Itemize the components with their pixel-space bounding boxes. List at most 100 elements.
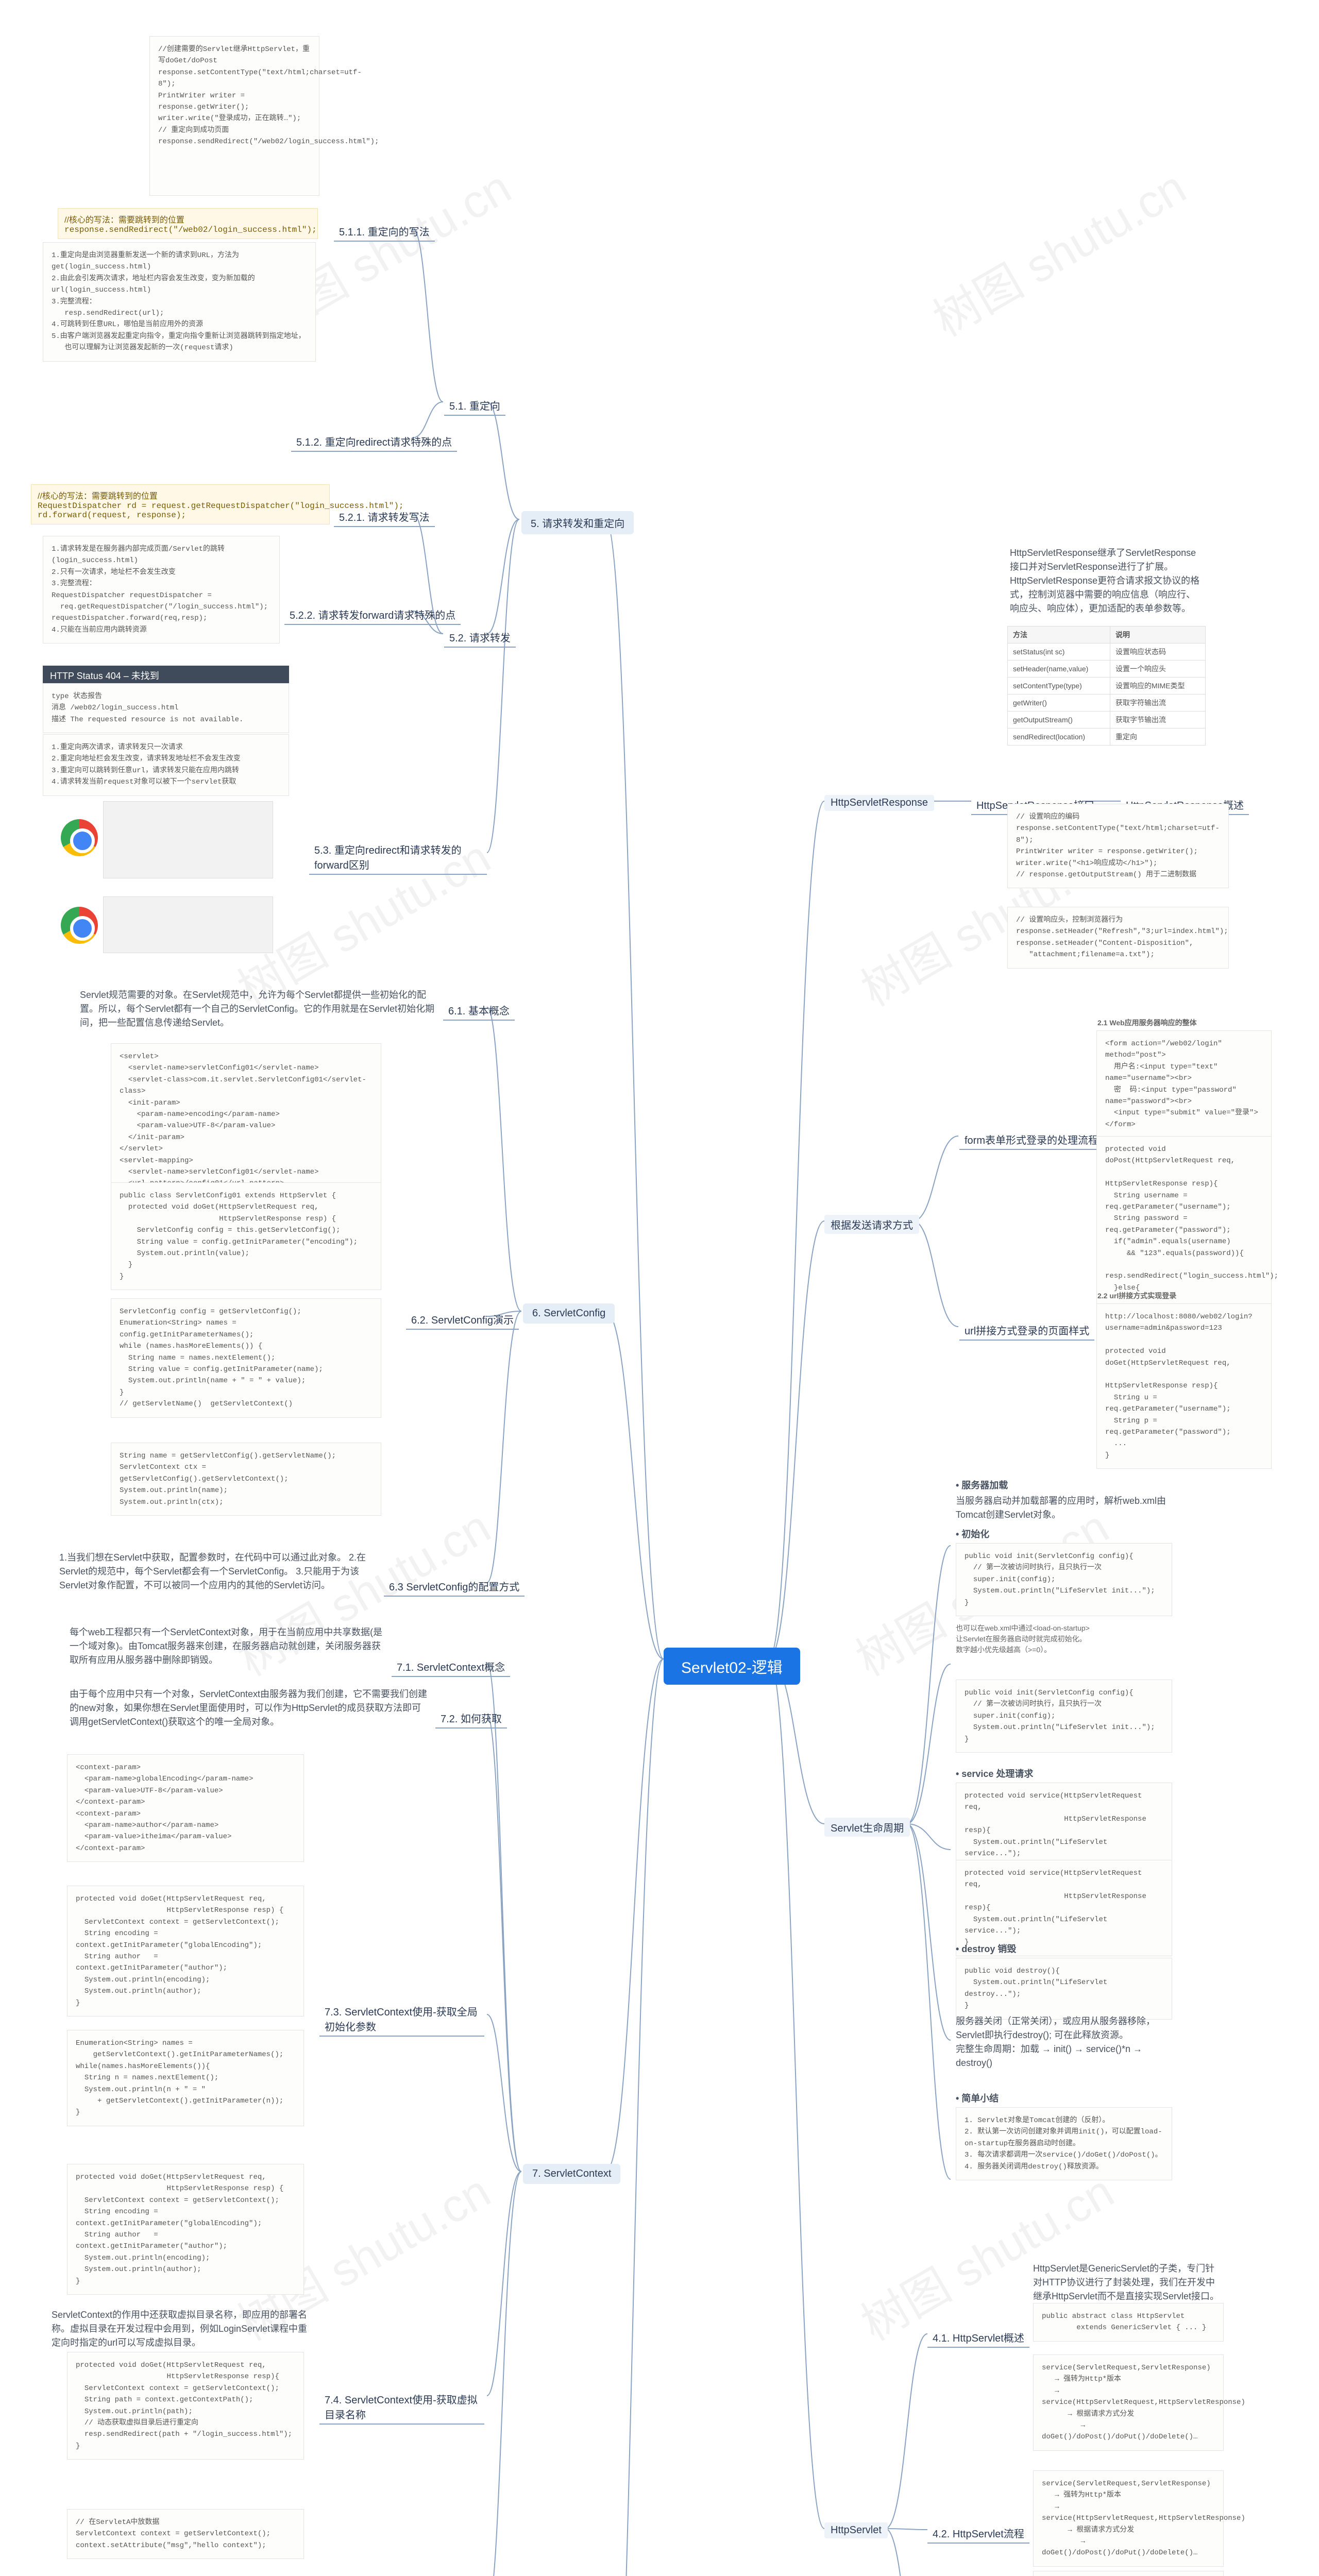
table-row: setContentType(type)设置响应的MIME类型 [1008,677,1206,694]
chrome-icon-2 [61,907,98,944]
life-t2: • service 处理请求 [956,1767,1033,1781]
card-http-1c: service(ServletRequest,ServletResponse) … [1033,2354,1224,2451]
text-resp-desc: HttpServletResponse继承了ServletResponse接口并… [1010,546,1200,616]
life-t3: • destroy 销毁 [956,1942,1016,1956]
table-row: setHeader(name,value)设置一个响应头 [1008,660,1206,677]
table-cell: 获取字符输出流 [1110,694,1205,711]
card-7-5a: // 在ServletA中放数据 ServletContext context … [67,2509,304,2559]
node-5-1[interactable]: 5.1. 重定向 [444,396,505,416]
card-7-3c: Enumeration<String> names = getServletCo… [67,2030,304,2126]
table-row: getOutputStream()获取字节输出流 [1008,711,1206,728]
node-7-2[interactable]: 7.2. 如何获取 [435,1708,507,1728]
card-life-4: 1. Servlet对象是Tomcat创建的（反射）。 2. 默认第一次访问创建… [956,2107,1172,2180]
branch-6[interactable]: 6. ServletConfig [523,1303,615,1324]
text-http-1a: HttpServlet是GenericServlet的子类，专门针对HTTP协议… [1033,2262,1224,2303]
card-http-2b: protected void service(HttpServletReques… [1033,2571,1224,2576]
card-resp-c: // 设置响应头，控制浏览器行为 response.setHeader("Ref… [1007,907,1229,969]
table-cell: 设置响应的MIME类型 [1110,677,1205,694]
node-5-2[interactable]: 5.2. 请求转发 [444,628,516,648]
life-t4: • 简单小结 [956,2092,999,2106]
life-note1: 也可以在web.xml中通过<load-on-startup> 让Servlet… [956,1623,1172,1655]
text-7-4a: ServletContext的作用中还获取虚拟目录名称，即应用的部署名称。虚拟目… [52,2308,309,2350]
table-row: getWriter()获取字符输出流 [1008,694,1206,711]
table-resp-api: 方法 说明 setStatus(int sc)设置响应状态码setHeader(… [1007,626,1206,745]
note-5-redirect-l1: //核心的写法：需要跳转到的位置 [64,216,184,225]
th-desc: 说明 [1110,626,1205,643]
node-http-2[interactable]: 4.2. HttpServlet流程 [927,2523,1029,2544]
card-http-2: service(ServletRequest,ServletResponse) … [1033,2470,1224,2567]
root-node[interactable]: Servlet02-逻辑 [664,1648,800,1685]
text-7-2: 由于每个应用中只有一个对象，ServletContext由服务器为我们创建，它不… [70,1687,428,1729]
chrome-icon [61,819,98,856]
card-ways-a: <form action="/web02/login" method="post… [1096,1030,1272,1138]
watermark: 树图 shutu.cn [919,150,1196,349]
text-7-1: 每个web工程都只有一个ServletContext对象，用于在当前应用中共享数… [70,1625,384,1667]
card-6-c: ServletConfig config = getServletConfig(… [111,1298,381,1418]
card-life-2b: protected void service(HttpServletReques… [956,1860,1172,1956]
th-method: 方法 [1008,626,1110,643]
note-5-redirect-l2: response.sendRedirect("/web02/login_succ… [64,225,317,234]
card-life-1b: public void init(ServletConfig config){ … [956,1680,1172,1753]
table-cell: 设置响应状态码 [1110,643,1205,660]
node-5-3[interactable]: 5.3. 重定向redirect和请求转发的forward区别 [309,840,487,875]
node-7-3[interactable]: 7.3. ServletContext使用-获取全局初始化参数 [319,2002,484,2037]
node-6-2[interactable]: 6.2. ServletConfig演示 [406,1310,519,1330]
card-5-1-points: 1.重定向是由浏览器重新发送一个新的请求到URL，方法为get(login_su… [43,242,316,362]
node-ways-url[interactable]: url拼接方式登录的页面样式 [959,1320,1094,1341]
note-5-forward-l1: //核心的写法：需要跳转到的位置 [38,492,158,501]
branch-httpservlet[interactable]: HttpServlet [824,2522,888,2538]
card-7-3d: protected void doGet(HttpServletRequest … [67,2164,304,2295]
card-life-3: public void destroy(){ System.out.printl… [956,1958,1172,2020]
card-http-1b: public abstract class HttpServlet extend… [1033,2303,1224,2342]
card-7-4b: protected void doGet(HttpServletRequest … [67,2352,304,2460]
node-5-1-1[interactable]: 5.1.1. 重定向的写法 [334,222,435,242]
node-5-2-2[interactable]: 5.2.2. 请求转发forward请求特殊的点 [284,605,461,625]
text-6-3: 1.当我们想在Servlet中获取，配置参数时，在代码中可以通过此对象。 2.在… [59,1551,379,1592]
card-resp-b: // 设置响应的编码 response.setContentType("text… [1007,804,1229,888]
card-7-3a: <context-param> <param-name>globalEncodi… [67,1754,304,1862]
note-5-redirect: //核心的写法：需要跳转到的位置 response.sendRedirect("… [58,208,318,239]
card-life-1: public void init(ServletConfig config){ … [956,1543,1172,1616]
card-7-3b: protected void doGet(HttpServletRequest … [67,1886,304,2016]
table-cell: setContentType(type) [1008,677,1110,694]
card-6-d: String name = getServletConfig().getServ… [111,1443,381,1516]
table-cell: getWriter() [1008,694,1110,711]
branch-lifecycle[interactable]: Servlet生命周期 [824,1818,910,1837]
node-ways-form[interactable]: form表单形式登录的处理流程 [959,1130,1104,1150]
life-c3b: 服务器关闭（正常关闭），或应用从服务器移除，Servlet即执行destroy(… [956,2014,1172,2070]
card-5-top: //创建需要的Servlet继承HttpServlet，重写doGet/doPo… [149,36,319,196]
table-cell: getOutputStream() [1008,711,1110,728]
life-t1: • 初始化 [956,1528,989,1541]
note-5-forward: //核心的写法：需要跳转到的位置 RequestDispatcher rd = … [31,484,330,524]
http-404-banner: HTTP Status 404 – 未找到 [43,666,289,685]
card-5-2-points: 1.请求转发是在服务器内部完成页面/Servlet的跳转(login_succe… [43,536,280,643]
branch-5[interactable]: 5. 请求转发和重定向 [521,511,634,534]
life-t0b: 当服务器启动并加载部署的应用时，解析web.xml由Tomcat创建Servle… [956,1494,1172,1522]
diagram-redirect [103,801,273,878]
card-6-b: public class ServletConfig01 extends Htt… [111,1182,381,1290]
table-cell: setStatus(int sc) [1008,643,1110,660]
card-ways-c: http://localhost:8080/web02/login?userna… [1096,1303,1272,1469]
table-cell: setHeader(name,value) [1008,660,1110,677]
text-6-intro: Servlet规范需要的对象。在Servlet规范中，允许为每个Servlet都… [80,988,435,1030]
node-5-1-2[interactable]: 5.1.2. 重定向redirect请求特殊的点 [291,432,457,452]
card-5-404-body: type 状态报告 消息 /web02/login_success.html 描… [43,683,289,733]
table-cell: 获取字节输出流 [1110,711,1205,728]
branch-ways[interactable]: 根据发送请求方式 [824,1215,919,1234]
diagram-forward [103,896,273,953]
node-6-1[interactable]: 6.1. 基本概念 [443,1001,515,1021]
table-row: sendRedirect(location)重定向 [1008,728,1206,745]
branch-7[interactable]: 7. ServletContext [523,2164,620,2184]
node-7-4[interactable]: 7.4. ServletContext使用-获取虚拟目录名称 [319,2389,484,2425]
card-5-compare: 1.重定向两次请求，请求转发只一次请求 2.重定向地址栏会发生改变，请求转发地址… [43,734,289,796]
heading-ways-2: 2.2 url拼接方式实现登录 [1097,1291,1231,1301]
table-row: setStatus(int sc)设置响应状态码 [1008,643,1206,660]
table-cell: sendRedirect(location) [1008,728,1110,745]
branch-response[interactable]: HttpServletResponse [824,795,934,811]
heading-ways-1: 2.1 Web应用服务器响应的整体 [1097,1018,1231,1028]
node-6-3[interactable]: 6.3 ServletConfig的配置方式 [384,1577,525,1597]
table-cell: 设置一个响应头 [1110,660,1205,677]
node-http-1[interactable]: 4.1. HttpServlet概述 [927,2328,1029,2348]
node-7-1[interactable]: 7.1. ServletContext概念 [392,1657,510,1677]
table-cell: 重定向 [1110,728,1205,745]
